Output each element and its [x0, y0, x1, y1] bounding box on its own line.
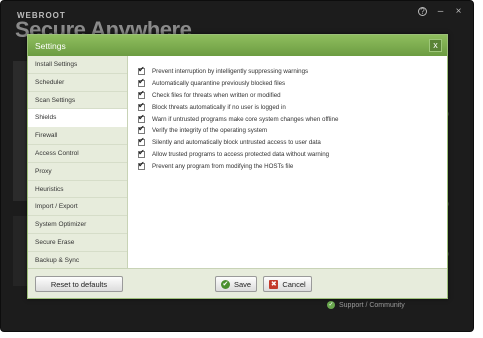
sidebar-item-proxy[interactable]: Proxy [28, 163, 127, 181]
option-row: Warn if untrusted programs make core sys… [138, 113, 447, 125]
option-checkbox[interactable] [138, 79, 145, 88]
option-row: Verify the integrity of the operating sy… [138, 125, 447, 137]
checkmark-icon: ✔ [220, 279, 230, 289]
option-row: Block threats automatically if no user i… [138, 101, 447, 113]
sidebar-item-backup-sync[interactable]: Backup & Sync [28, 252, 127, 270]
option-checkbox[interactable] [138, 91, 145, 99]
save-button-label: Save [233, 279, 252, 289]
sidebar-item-system-optimizer[interactable]: System Optimizer [28, 216, 127, 234]
option-label: Verify the integrity of the operating sy… [152, 127, 268, 135]
sidebar-item-shields[interactable]: Shields [28, 109, 127, 128]
cancel-x-icon: ✖ [269, 279, 279, 289]
option-label: Prevent interruption by intelligently su… [152, 68, 309, 76]
option-checkbox[interactable] [138, 138, 145, 147]
option-checkbox[interactable] [138, 103, 145, 111]
settings-sidebar: Install Settings Scheduler Scan Settings… [28, 56, 128, 270]
dialog-footer: Reset to defaults ✔ Save ✖ Cancel [28, 268, 447, 298]
minimize-icon[interactable]: – [436, 7, 445, 17]
sidebar-item-scheduler[interactable]: Scheduler [28, 74, 127, 92]
option-label: Prevent any program from modifying the H… [152, 162, 294, 170]
sidebar-item-secure-erase[interactable]: Secure Erase [28, 234, 127, 252]
option-label: Check files for threats when written or … [152, 91, 281, 99]
option-checkbox[interactable] [138, 150, 145, 158]
option-row: Allow trusted programs to access protect… [138, 149, 447, 161]
close-dialog-button[interactable]: x [429, 39, 442, 52]
support-community-label: Support / Community [339, 301, 405, 309]
option-checkbox[interactable] [138, 67, 145, 76]
reset-button-label: Reset to defaults [50, 279, 108, 289]
option-row: Silently and automatically block untrust… [138, 137, 447, 149]
option-checkbox[interactable] [138, 115, 145, 123]
option-label: Allow trusted programs to access protect… [152, 150, 330, 158]
help-icon[interactable]: ? [418, 7, 427, 16]
shields-options-panel: Prevent interruption by intelligently su… [129, 56, 447, 270]
support-icon: ✓ [327, 301, 335, 309]
dialog-header: Settings x [28, 35, 447, 56]
window-controls: ? – × [418, 7, 463, 17]
close-window-icon[interactable]: × [454, 7, 463, 17]
dialog-title: Settings [35, 41, 66, 51]
sidebar-item-heuristics[interactable]: Heuristics [28, 181, 127, 199]
settings-dialog: Settings x Install Settings Scheduler Sc… [27, 34, 448, 299]
option-label: Warn if untrusted programs make core sys… [152, 115, 339, 123]
cancel-button[interactable]: ✖ Cancel [263, 276, 312, 292]
reset-to-defaults-button[interactable]: Reset to defaults [35, 276, 123, 292]
support-community-link[interactable]: ✓ Support / Community [327, 301, 405, 309]
option-row: Prevent any program from modifying the H… [138, 160, 447, 172]
option-checkbox[interactable] [138, 126, 145, 135]
sidebar-item-access-control[interactable]: Access Control [28, 145, 127, 163]
sidebar-item-firewall[interactable]: Firewall [28, 127, 127, 145]
save-button[interactable]: ✔ Save [215, 276, 257, 292]
cancel-button-label: Cancel [282, 279, 306, 289]
option-checkbox[interactable] [138, 162, 145, 170]
option-row: Automatically quarantine previously bloc… [138, 78, 447, 90]
option-label: Automatically quarantine previously bloc… [152, 80, 286, 88]
sidebar-item-import-export[interactable]: Import / Export [28, 198, 127, 217]
option-row: Prevent interruption by intelligently su… [138, 66, 447, 78]
sidebar-item-scan-settings[interactable]: Scan Settings [28, 92, 127, 110]
option-label: Block threats automatically if no user i… [152, 103, 286, 111]
option-row: Check files for threats when written or … [138, 90, 447, 102]
sidebar-item-install-settings[interactable]: Install Settings [28, 56, 127, 74]
option-label: Silently and automatically block untrust… [152, 139, 321, 147]
